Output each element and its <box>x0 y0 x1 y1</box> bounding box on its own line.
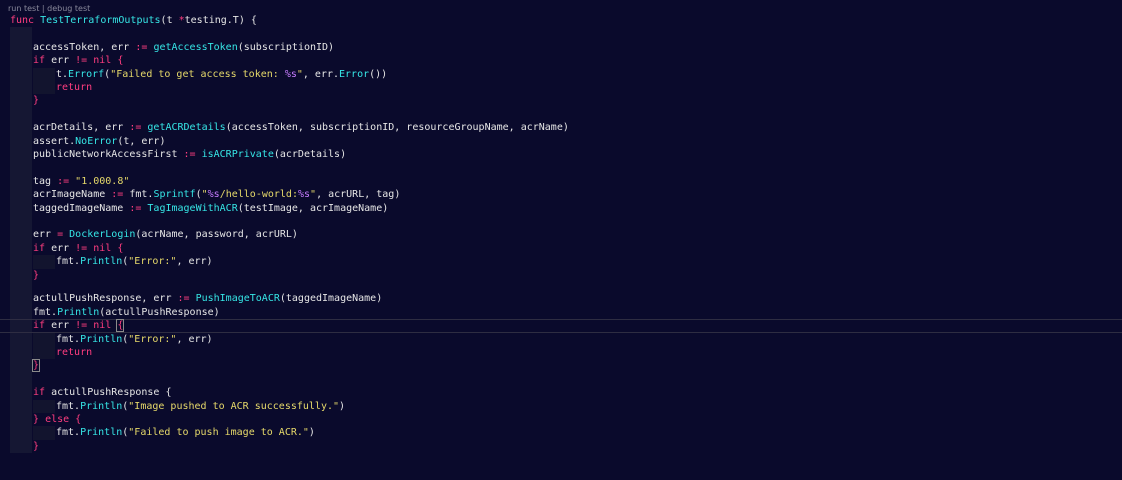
matching-bracket: { <box>116 319 125 333</box>
line-text: if err != nil { <box>33 319 125 333</box>
code-line[interactable] <box>0 107 1122 122</box>
line-text: taggedImageName := TagImageWithACR(testI… <box>33 202 389 214</box>
code-line[interactable]: return <box>0 81 1122 95</box>
code-editor[interactable]: run test | debug test func TestTerraform… <box>0 0 1122 465</box>
line-text: fmt.Println("Failed to push image to ACR… <box>56 427 315 439</box>
code-line[interactable]: acrDetails, err := getACRDetails(accessT… <box>0 121 1122 135</box>
code-line[interactable]: func TestTerraformOutputs(t *testing.T) … <box>0 14 1122 27</box>
code-line[interactable]: } <box>0 439 1122 454</box>
line-text: fmt.Println("Image pushed to ACR success… <box>56 400 346 412</box>
line-text: } <box>33 440 40 452</box>
line-text: if err != nil { <box>33 242 124 254</box>
line-text: publicNetworkAccessFirst := isACRPrivate… <box>33 149 347 160</box>
line-text: func TestTerraformOutputs(t *testing.T) … <box>10 15 257 26</box>
code-line[interactable]: } <box>0 359 1122 373</box>
code-line[interactable] <box>0 27 1122 41</box>
code-line[interactable]: if actullPushResponse { <box>0 386 1122 400</box>
matching-bracket: } <box>31 359 41 373</box>
run-test-link[interactable]: run test <box>8 4 39 13</box>
code-line[interactable]: if err != nil { <box>0 54 1122 68</box>
line-text: accessToken, err := getAccessToken(subsc… <box>33 41 335 53</box>
code-line[interactable]: } <box>0 94 1122 108</box>
code-line[interactable]: t.Errorf("Failed to get access token: %s… <box>0 67 1122 81</box>
code-line[interactable]: fmt.Println("Failed to push image to ACR… <box>0 426 1122 440</box>
line-text: acrDetails, err := getACRDetails(accessT… <box>33 122 569 134</box>
line-text: tag := "1.000.8" <box>33 175 130 187</box>
debug-test-link[interactable]: debug test <box>47 4 90 13</box>
code-line[interactable]: tag := "1.000.8" <box>0 174 1122 189</box>
code-line[interactable]: if err != nil { <box>0 241 1122 256</box>
code-line[interactable]: publicNetworkAccessFirst := isACRPrivate… <box>0 148 1122 162</box>
codelens-separator: | <box>39 4 48 13</box>
line-text: actullPushResponse, err := PushImageToAC… <box>33 293 383 305</box>
code-line[interactable] <box>0 215 1122 229</box>
code-line[interactable]: err = DockerLogin(acrName, password, acr… <box>0 228 1122 242</box>
code-line[interactable]: actullPushResponse, err := PushImageToAC… <box>0 292 1122 306</box>
line-text: if actullPushResponse { <box>33 387 172 399</box>
line-text: } <box>33 269 40 281</box>
line-text: if err != nil { <box>33 55 124 67</box>
code-line[interactable]: acrImageName := fmt.Sprintf("%s/hello-wo… <box>0 188 1122 202</box>
line-text: return <box>56 82 93 93</box>
line-text: fmt.Println(actullPushResponse) <box>33 306 220 318</box>
line-text: assert.NoError(t, err) <box>33 135 166 147</box>
current-line[interactable]: if err != nil { <box>0 319 1122 333</box>
code-line[interactable]: } <box>0 268 1122 282</box>
line-text: t.Errorf("Failed to get access token: %s… <box>56 68 388 80</box>
code-line[interactable] <box>0 161 1122 175</box>
line-text: fmt.Println("Error:", err) <box>56 333 213 345</box>
code-line[interactable]: assert.NoError(t, err) <box>0 134 1122 148</box>
code-line[interactable]: return <box>0 346 1122 360</box>
line-text: } <box>31 359 41 373</box>
line-text: return <box>56 347 93 358</box>
code-line[interactable]: fmt.Println(actullPushResponse) <box>0 305 1122 320</box>
codelens: run test | debug test <box>8 4 90 13</box>
line-text: fmt.Println("Error:", err) <box>56 256 213 268</box>
code-line[interactable]: fmt.Println("Error:", err) <box>0 332 1122 346</box>
line-text: err = DockerLogin(acrName, password, acr… <box>33 229 298 241</box>
line-text: } <box>33 95 40 107</box>
code-line[interactable]: } else { <box>0 413 1122 427</box>
line-text: acrImageName := fmt.Sprintf("%s/hello-wo… <box>33 189 401 201</box>
code-line[interactable]: fmt.Println("Error:", err) <box>0 255 1122 269</box>
code-line[interactable]: accessToken, err := getAccessToken(subsc… <box>0 40 1122 55</box>
code-line[interactable]: taggedImageName := TagImageWithACR(testI… <box>0 201 1122 215</box>
code-line[interactable]: fmt.Println("Image pushed to ACR success… <box>0 399 1122 413</box>
line-text: } else { <box>33 414 82 425</box>
code-line[interactable] <box>0 372 1122 387</box>
